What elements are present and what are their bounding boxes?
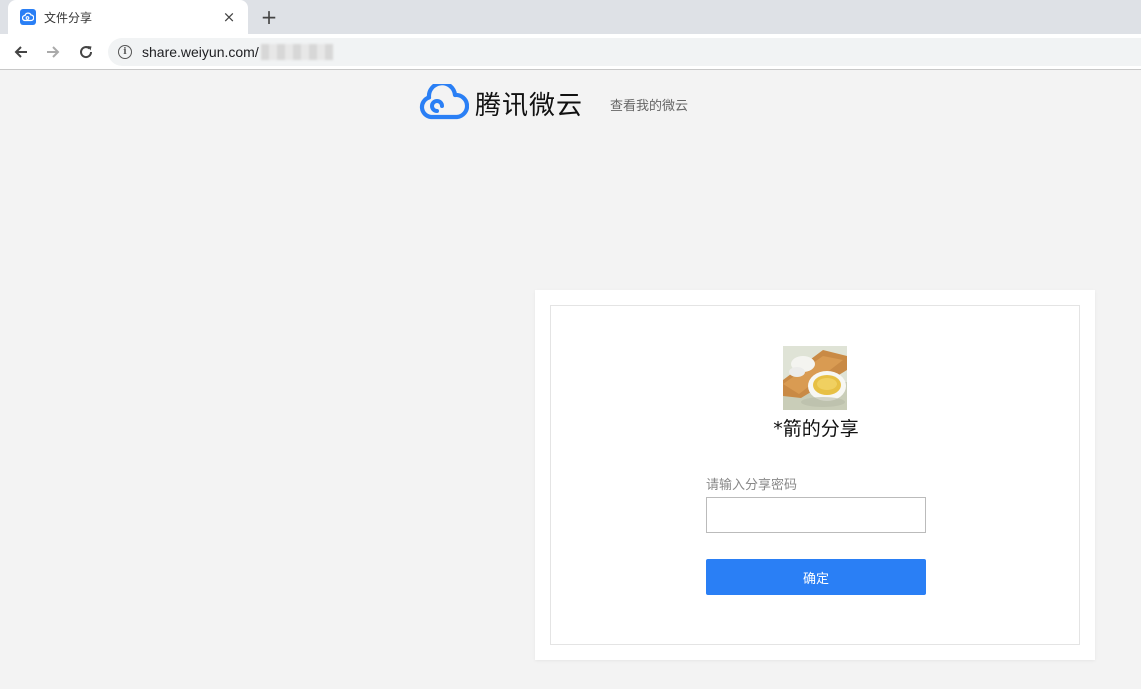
weiyun-logo[interactable]: 腾讯微云	[419, 84, 583, 122]
tab-strip: 文件分享 × +	[0, 0, 1141, 34]
url-text: share.weiyun.com/	[142, 44, 259, 60]
sharer-avatar	[783, 346, 847, 410]
confirm-button[interactable]: 确定	[706, 559, 926, 595]
password-input[interactable]	[706, 497, 926, 533]
share-card-inner: *箭的分享 请输入分享密码 确定	[550, 305, 1080, 645]
cloud-logo-icon	[419, 84, 469, 120]
info-icon[interactable]: i	[118, 45, 132, 59]
password-label: 请输入分享密码	[706, 478, 798, 493]
browser-tab[interactable]: 文件分享 ×	[8, 0, 248, 34]
browser-toolbar: i share.weiyun.com/	[0, 34, 1141, 70]
reload-icon[interactable]	[73, 39, 99, 65]
tab-title: 文件分享	[44, 10, 93, 25]
address-bar[interactable]: i share.weiyun.com/	[108, 38, 1141, 66]
arrow-left-icon[interactable]	[8, 39, 34, 65]
new-tab-button[interactable]: +	[258, 5, 280, 29]
weiyun-cloud-icon	[20, 9, 36, 25]
url-redacted	[260, 44, 333, 60]
view-my-weiyun-link[interactable]: 查看我的微云	[610, 95, 688, 114]
tab-close-icon[interactable]: ×	[220, 8, 238, 26]
share-title: *箭的分享	[773, 418, 859, 440]
logo-text: 腾讯微云	[475, 90, 584, 121]
share-card: *箭的分享 请输入分享密码 确定	[535, 290, 1095, 660]
arrow-right-icon[interactable]	[40, 39, 66, 65]
